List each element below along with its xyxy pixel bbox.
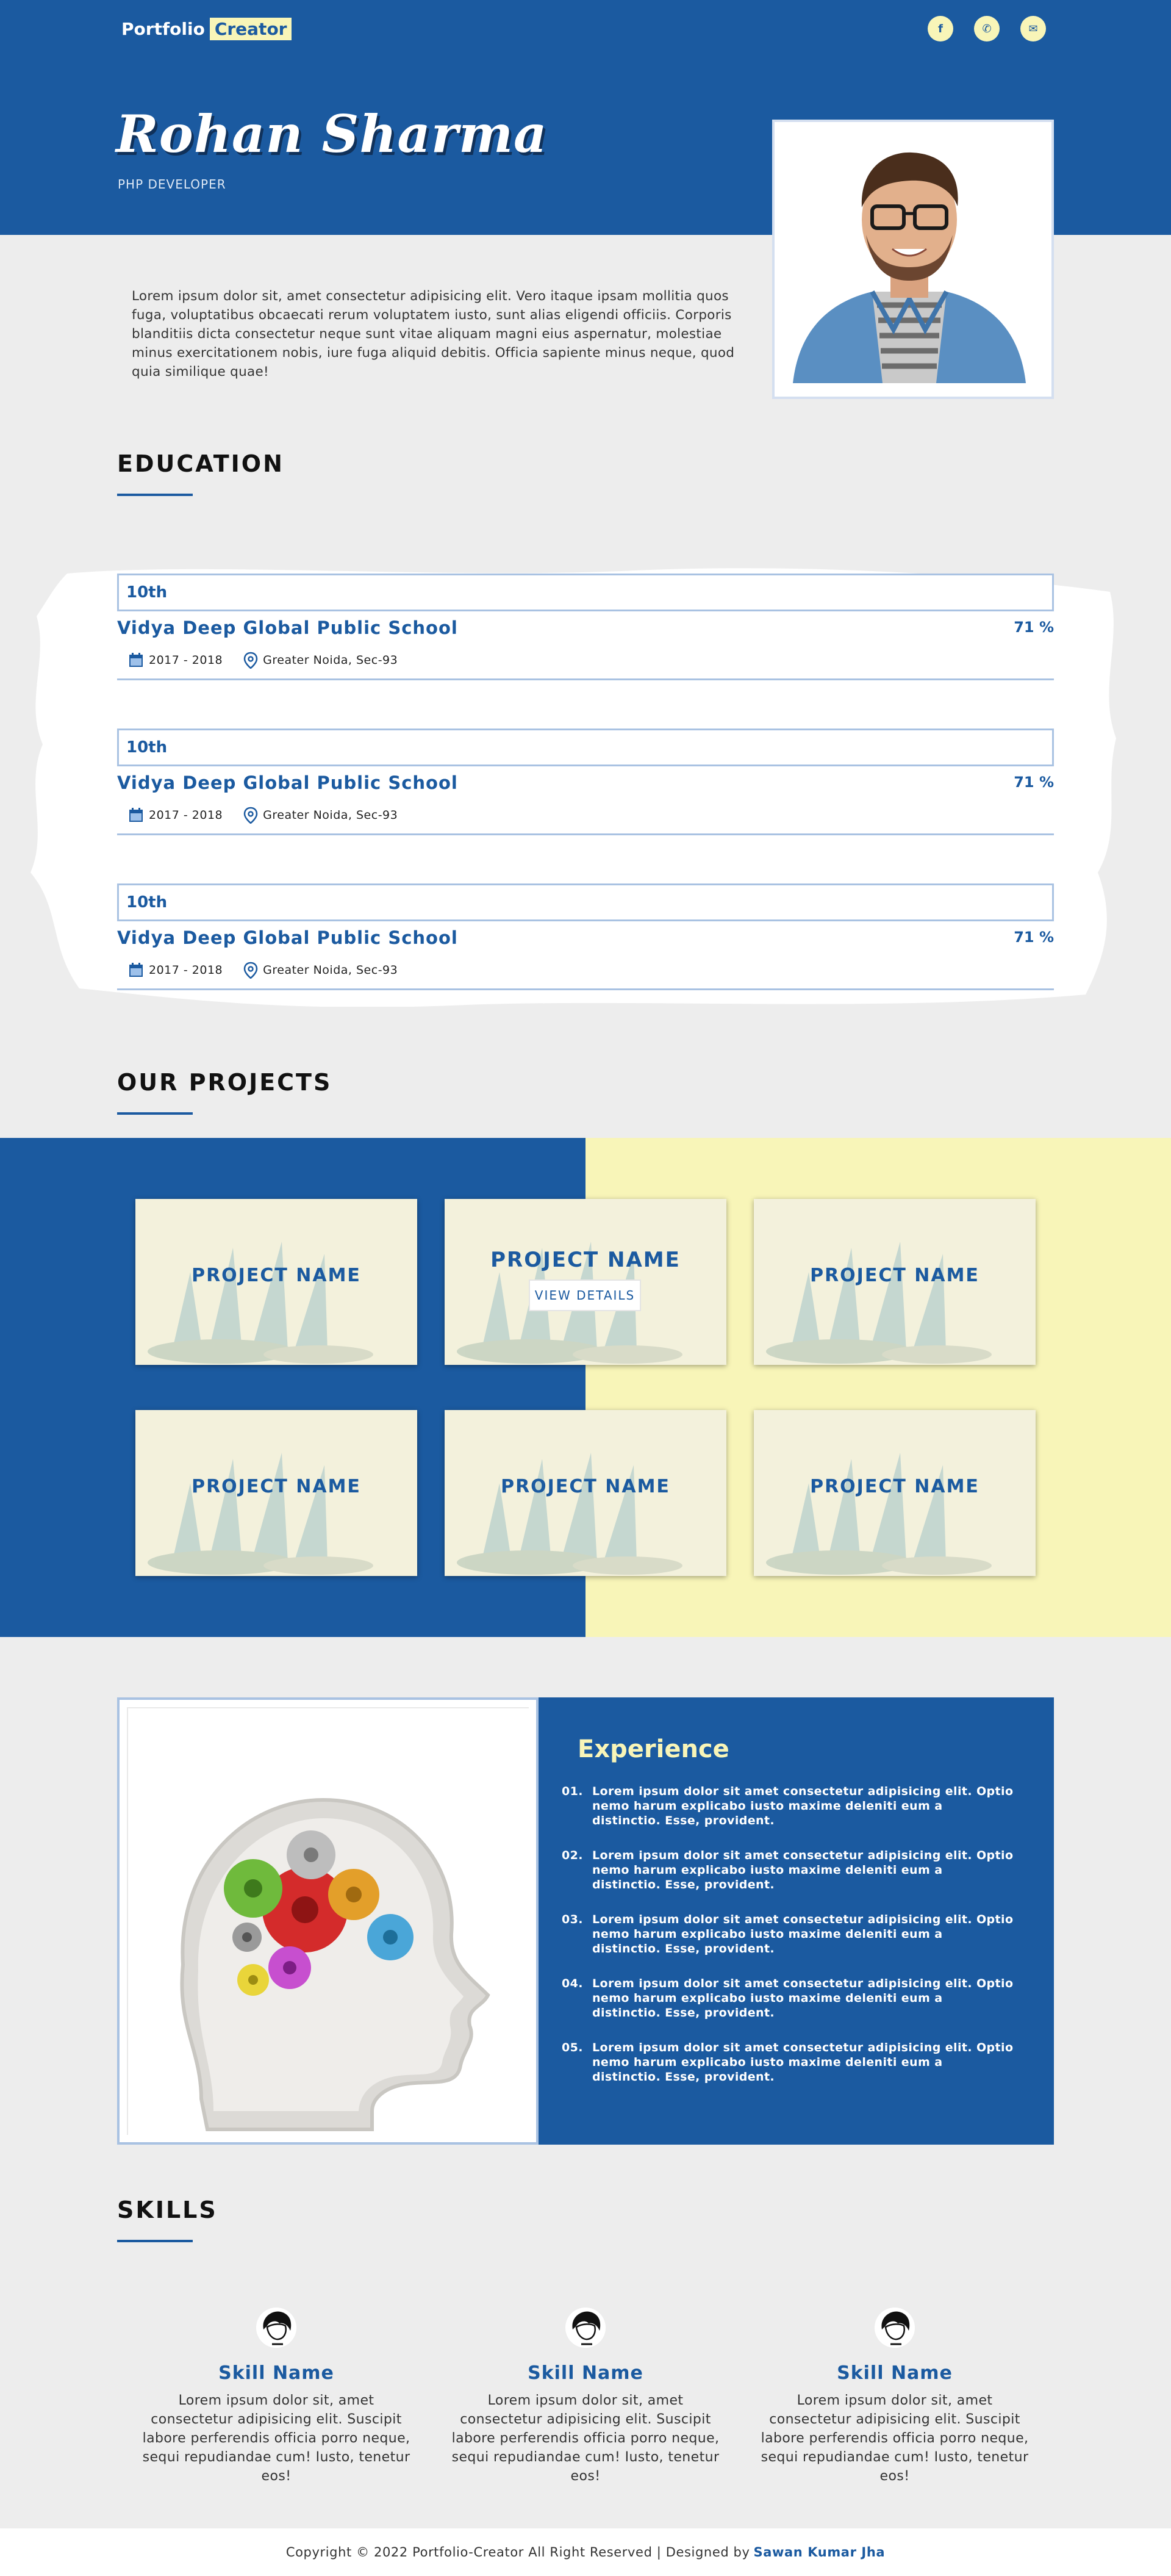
experience-panel: Experience 01. Lorem ipsum dolor sit amet… <box>539 1697 1054 2145</box>
education-percent: 71 % <box>1014 929 1054 946</box>
project-name: PROJECT NAME <box>192 1265 361 1286</box>
education-years: 2017 - 2018 <box>149 808 223 822</box>
project-card[interactable]: PROJECT NAME <box>754 1410 1036 1576</box>
education-years: 2017 - 2018 <box>149 653 223 667</box>
experience-text: Lorem ipsum dolor sit amet consectetur a… <box>592 1913 1014 1955</box>
education-item: 10th Vidya Deep Global Public School 71 … <box>117 574 1054 680</box>
education-divider <box>117 833 1054 835</box>
calendar-icon <box>129 808 143 822</box>
project-card[interactable]: PROJECT NAME <box>135 1199 417 1365</box>
experience-text: Lorem ipsum dolor sit amet consectetur a… <box>592 1785 1014 1827</box>
skill-card: Skill Name Lorem ipsum dolor sit, amet c… <box>135 2306 417 2486</box>
project-name: PROJECT NAME <box>810 1265 979 1286</box>
profile-role: PHP DEVELOPER <box>118 177 226 192</box>
profile-name: Rohan Sharma <box>116 104 548 164</box>
project-name: PROJECT NAME <box>810 1476 979 1497</box>
education-school: Vidya Deep Global Public School <box>117 772 458 793</box>
experience-text: Lorem ipsum dolor sit amet consectetur a… <box>592 1977 1014 2020</box>
gears-head-illustration <box>128 1708 531 2135</box>
social-links: f ✆ ✉ <box>928 16 1046 41</box>
skill-card: Skill Name Lorem ipsum dolor sit, amet c… <box>754 2306 1036 2486</box>
project-card[interactable]: PROJECT NAME VIEW DETAILS <box>445 1199 726 1365</box>
person-avatar-icon <box>565 2308 606 2348</box>
location-pin-icon <box>243 652 258 669</box>
projects-section: PROJECT NAME PROJECT NAME VIEW DETAILS P… <box>0 1138 1171 1637</box>
experience-item: 02. Lorem ipsum dolor sit amet consectetu… <box>562 1848 1014 1892</box>
page-footer: Copyright © 2022 Portfolio-Creator All R… <box>0 2528 1171 2576</box>
view-details-button[interactable]: VIEW DETAILS <box>529 1279 641 1311</box>
logo-text-creator: Creator <box>208 16 293 41</box>
person-avatar-icon <box>256 2308 296 2348</box>
skills-heading-underline <box>117 2240 193 2242</box>
project-name: PROJECT NAME <box>501 1476 670 1497</box>
skill-name: Skill Name <box>218 2362 334 2384</box>
education-grade: 10th <box>117 883 1054 921</box>
education-grade: 10th <box>117 729 1054 766</box>
mail-icon[interactable]: ✉ <box>1020 16 1046 41</box>
education-item: 10th Vidya Deep Global Public School 71 … <box>117 883 1054 990</box>
experience-title: Experience <box>578 1735 729 1763</box>
experience-number: 01. <box>562 1785 583 1798</box>
profile-photo <box>772 120 1054 399</box>
projects-heading: OUR PROJECTS <box>117 1069 332 1096</box>
education-years: 2017 - 2018 <box>149 963 223 977</box>
calendar-icon <box>129 963 143 977</box>
facebook-icon[interactable]: f <box>928 16 953 41</box>
skills-heading: SKILLS <box>117 2196 218 2223</box>
education-school: Vidya Deep Global Public School <box>117 927 458 948</box>
education-percent: 71 % <box>1014 774 1054 791</box>
experience-number: 04. <box>562 1977 583 1990</box>
experience-item: 04. Lorem ipsum dolor sit amet consectetu… <box>562 1976 1014 2020</box>
education-item: 10th Vidya Deep Global Public School 71 … <box>117 729 1054 835</box>
project-name: PROJECT NAME <box>192 1476 361 1497</box>
experience-text: Lorem ipsum dolor sit amet consectetur a… <box>592 2041 1014 2084</box>
project-name: PROJECT NAME <box>490 1248 681 1272</box>
skill-name: Skill Name <box>528 2362 643 2384</box>
education-location: Greater Noida, Sec-93 <box>263 808 398 822</box>
project-card[interactable]: PROJECT NAME <box>135 1410 417 1576</box>
project-card[interactable]: PROJECT NAME <box>754 1199 1036 1365</box>
experience-text: Lorem ipsum dolor sit amet consectetur a… <box>592 1849 1014 1891</box>
experience-number: 02. <box>562 1849 583 1862</box>
education-percent: 71 % <box>1014 619 1054 636</box>
education-heading-underline <box>117 494 193 496</box>
experience-number: 05. <box>562 2041 583 2054</box>
experience-image <box>117 1697 539 2145</box>
education-school: Vidya Deep Global Public School <box>117 617 458 638</box>
education-divider <box>117 678 1054 680</box>
experience-item: 01. Lorem ipsum dolor sit amet consectetu… <box>562 1784 1014 1828</box>
copyright-text: Copyright © 2022 Portfolio-Creator All R… <box>285 2545 750 2560</box>
education-location: Greater Noida, Sec-93 <box>263 963 398 977</box>
education-heading: EDUCATION <box>117 450 284 477</box>
project-card[interactable]: PROJECT NAME <box>445 1410 726 1576</box>
experience-item: 03. Lorem ipsum dolor sit amet consectetu… <box>562 1912 1014 1956</box>
location-pin-icon <box>243 962 258 979</box>
designer-link[interactable]: Sawan Kumar Jha <box>754 2545 886 2560</box>
about-text: Lorem ipsum dolor sit, amet consectetur … <box>132 289 735 380</box>
education-location: Greater Noida, Sec-93 <box>263 653 398 667</box>
skill-description: Lorem ipsum dolor sit, amet consectetur … <box>451 2393 720 2484</box>
phone-icon[interactable]: ✆ <box>974 16 1000 41</box>
skill-name: Skill Name <box>837 2362 953 2384</box>
location-pin-icon <box>243 807 258 824</box>
logo-text-portfolio: Portfolio <box>121 18 205 39</box>
skill-description: Lorem ipsum dolor sit, amet consectetur … <box>761 2393 1029 2484</box>
site-logo[interactable]: Portfolio Creator <box>118 15 293 42</box>
experience-number: 03. <box>562 1913 583 1926</box>
person-avatar-icon <box>875 2308 915 2348</box>
experience-item: 05. Lorem ipsum dolor sit amet consectetu… <box>562 2040 1014 2084</box>
projects-heading-underline <box>117 1112 193 1115</box>
calendar-icon <box>129 653 143 667</box>
education-grade: 10th <box>117 574 1054 611</box>
skill-description: Lorem ipsum dolor sit, amet consectetur … <box>142 2393 410 2484</box>
skill-card: Skill Name Lorem ipsum dolor sit, amet c… <box>445 2306 726 2486</box>
education-divider <box>117 988 1054 990</box>
